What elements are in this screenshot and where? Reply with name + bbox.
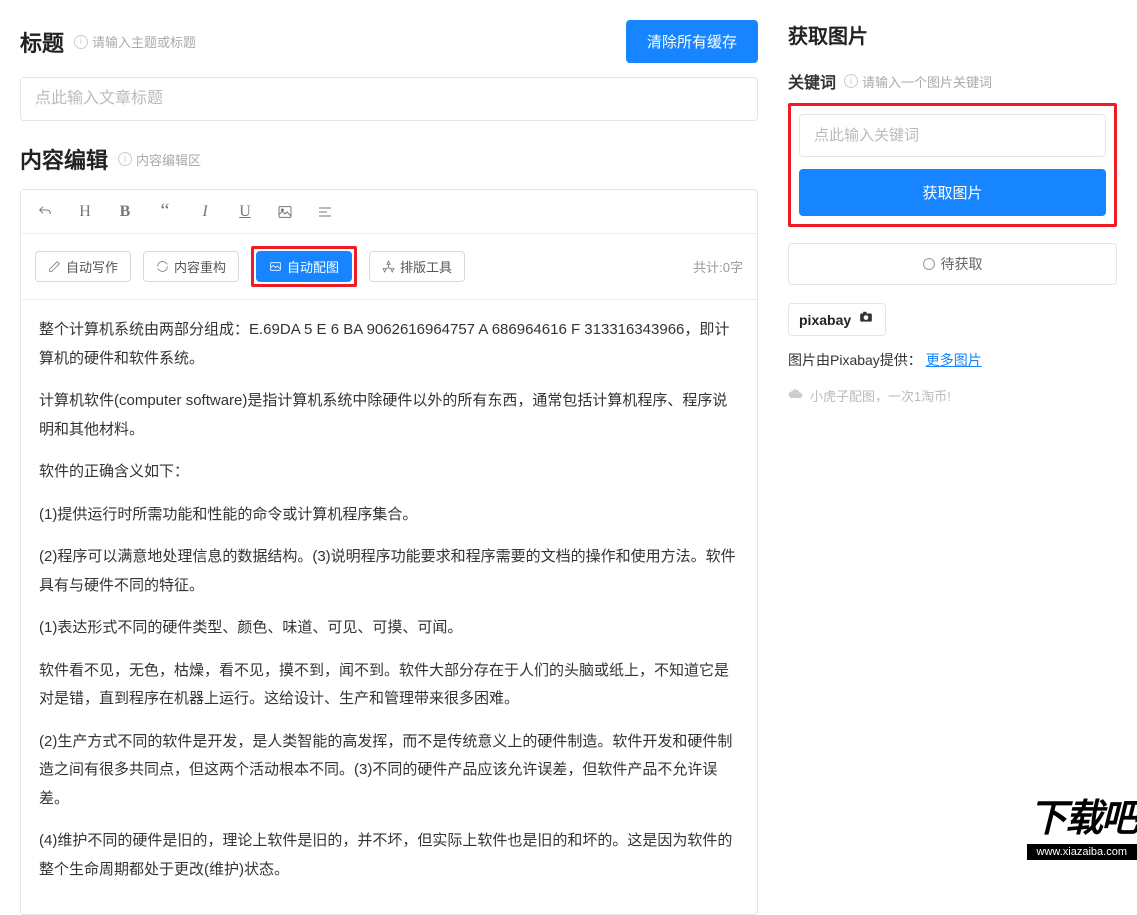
camera-icon xyxy=(857,310,875,329)
fetch-image-button[interactable]: 获取图片 xyxy=(799,169,1106,216)
article-title-input[interactable] xyxy=(20,77,758,121)
heading-icon[interactable]: H xyxy=(75,203,95,221)
paragraph: 整个计算机系统由两部分组成：E.69DA 5 E 6 BA 9062616964… xyxy=(39,316,739,373)
undo-icon[interactable] xyxy=(35,204,55,220)
paragraph: (4)维护不同的硬件是旧的，理论上软件是旧的，并不坏，但实际上软件也是旧的和坏的… xyxy=(39,827,739,884)
content-hint: i 内容编辑区 xyxy=(118,150,201,169)
paragraph: 软件的正确含义如下： xyxy=(39,458,739,487)
circle-icon xyxy=(923,258,935,270)
auto-image-button[interactable]: 自动配图 xyxy=(256,251,352,282)
info-icon: i xyxy=(844,74,858,88)
paragraph: (2)生产方式不同的软件是开发，是人类智能的高发挥，而不是传统意义上的硬件制造。… xyxy=(39,728,739,814)
info-icon: i xyxy=(118,152,132,166)
keyword-hint: i 请输入一个图片关键词 xyxy=(844,72,992,91)
title-header: 标题 i 请输入主题或标题 清除所有缓存 xyxy=(20,20,758,63)
paragraph: (2)程序可以满意地处理信息的数据结构。(3)说明程序功能要求和程序需要的文档的… xyxy=(39,543,739,600)
footer-hint: 小虎子配图，一次1淘币! xyxy=(788,386,1117,405)
image-panel: 获取图片 关键词 i 请输入一个图片关键词 获取图片 待获取 pixabay 图… xyxy=(788,20,1117,915)
image-icon[interactable] xyxy=(275,204,295,220)
pixabay-badge: pixabay xyxy=(788,303,886,336)
keyword-label: 关键词 xyxy=(788,69,836,93)
editor-content[interactable]: 整个计算机系统由两部分组成：E.69DA 5 E 6 BA 9062616964… xyxy=(21,300,757,914)
image-credit: 图片由Pixabay提供： 更多图片 xyxy=(788,350,1117,370)
quote-icon[interactable]: “ xyxy=(155,200,175,223)
align-icon[interactable] xyxy=(315,204,335,220)
keyword-input[interactable] xyxy=(799,114,1106,157)
left-panel: 标题 i 请输入主题或标题 清除所有缓存 内容编辑 i 内容编辑区 xyxy=(20,20,758,915)
pending-status: 待获取 xyxy=(788,243,1117,285)
editor: H B “ I U 自动写作 内容重构 xyxy=(20,189,758,915)
title-hint: i 请输入主题或标题 xyxy=(74,32,196,51)
clear-cache-button[interactable]: 清除所有缓存 xyxy=(626,20,758,63)
underline-icon[interactable]: U xyxy=(235,203,255,221)
paragraph: 计算机软件(computer software)是指计算机系统中除硬件以外的所有… xyxy=(39,387,739,444)
title-label: 标题 xyxy=(20,26,64,58)
auto-image-highlight: 自动配图 xyxy=(251,246,357,287)
info-icon: i xyxy=(74,35,88,49)
auto-write-button[interactable]: 自动写作 xyxy=(35,251,131,282)
content-header: 内容编辑 i 内容编辑区 xyxy=(20,143,758,175)
italic-icon[interactable]: I xyxy=(195,203,215,221)
paragraph: (1)表达形式不同的硬件类型、颜色、味道、可见、可摸、可闻。 xyxy=(39,614,739,643)
word-count: 共计:0字 xyxy=(693,257,743,276)
cloud-icon xyxy=(788,388,804,403)
restructure-button[interactable]: 内容重构 xyxy=(143,251,239,282)
paragraph: (1)提供运行时所需功能和性能的命令或计算机程序集合。 xyxy=(39,501,739,530)
layout-tool-button[interactable]: 排版工具 xyxy=(369,251,465,282)
paragraph: 软件看不见，无色，枯燥，看不见，摸不到，闻不到。软件大部分存在于人们的头脑或纸上… xyxy=(39,657,739,714)
image-panel-title: 获取图片 xyxy=(788,20,1117,49)
keyword-header: 关键词 i 请输入一个图片关键词 xyxy=(788,69,1117,93)
more-images-link[interactable]: 更多图片 xyxy=(926,352,982,368)
keyword-highlight: 获取图片 xyxy=(788,103,1117,227)
content-label: 内容编辑 xyxy=(20,143,108,175)
format-toolbar: H B “ I U xyxy=(21,190,757,234)
action-toolbar: 自动写作 内容重构 自动配图 排版工具 共计:0字 xyxy=(21,234,757,300)
bold-icon[interactable]: B xyxy=(115,203,135,221)
